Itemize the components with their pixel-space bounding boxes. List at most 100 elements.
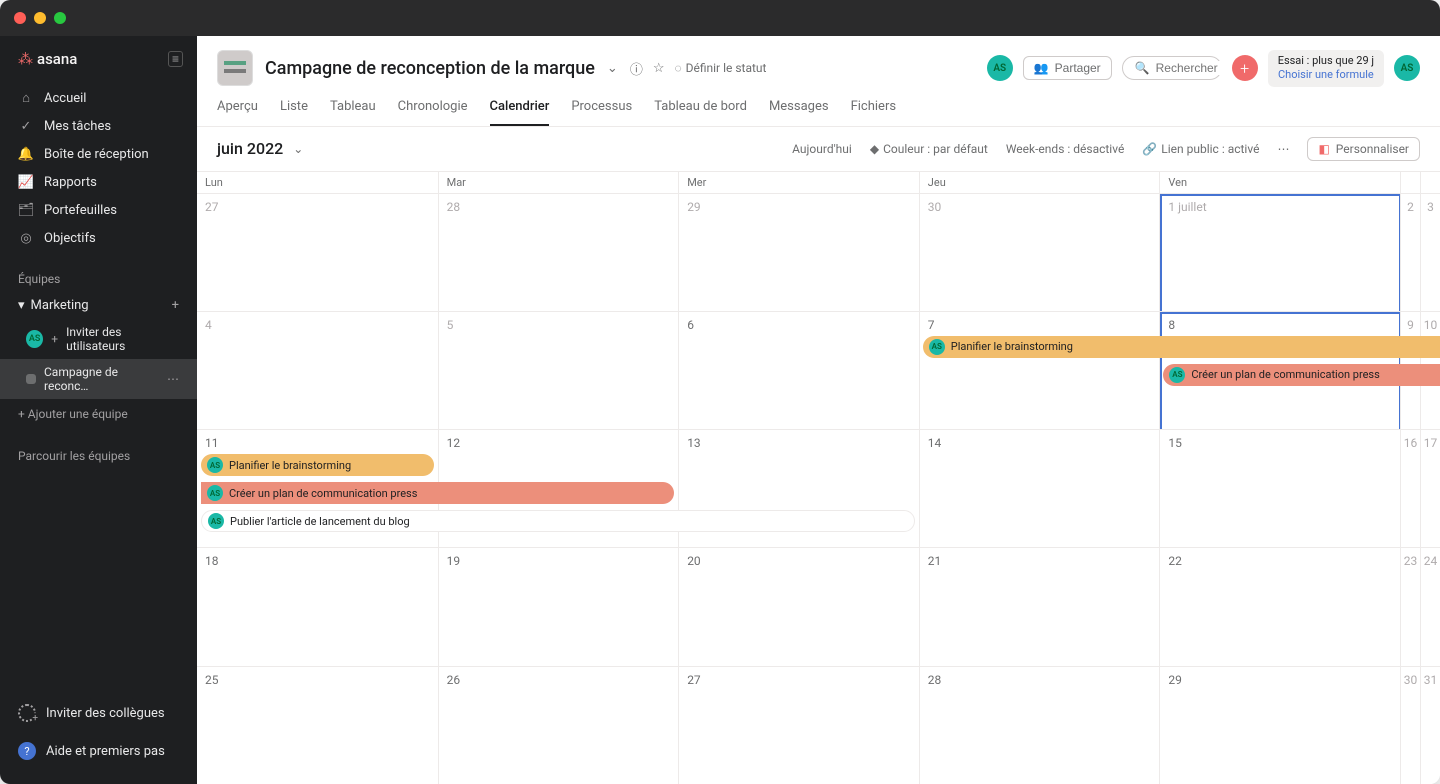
calendar-cell[interactable]: 28 xyxy=(919,667,1160,784)
event-title: Créer un plan de communication press xyxy=(229,487,417,500)
weekends-option[interactable]: Week-ends : désactivé xyxy=(1006,142,1124,156)
day-number: 19 xyxy=(447,554,461,568)
calendar-event[interactable]: ASPlanifier le brainstorming xyxy=(923,336,1440,358)
nav-label: Boîte de réception xyxy=(44,147,149,162)
day-number: 29 xyxy=(687,200,701,214)
calendar-cell[interactable]: 7 xyxy=(919,312,1160,429)
assignee-avatar: AS xyxy=(208,513,224,529)
trial-link[interactable]: Choisir une formule xyxy=(1278,68,1374,81)
tab-chronologie[interactable]: Chronologie xyxy=(398,99,468,126)
calendar-cell[interactable]: 21 xyxy=(919,548,1160,665)
calendar-cell[interactable]: 18 xyxy=(197,548,438,665)
calendar-cell[interactable]: 27 xyxy=(197,194,438,311)
close-window-icon[interactable] xyxy=(14,12,26,24)
calendar-cell[interactable]: 25 xyxy=(197,667,438,784)
team-row[interactable]: ▾Marketing + xyxy=(0,292,197,319)
invite-icon xyxy=(18,704,36,722)
search-box[interactable]: 🔍 xyxy=(1122,56,1222,80)
calendar-cell[interactable]: 30 xyxy=(919,194,1160,311)
more-options-icon[interactable]: ⋯ xyxy=(1277,142,1289,156)
customize-icon: ◧ xyxy=(1318,142,1329,156)
nav-folder[interactable]: 🗂Portefeuilles xyxy=(0,196,197,224)
teams-section-label: Équipes xyxy=(0,258,197,292)
calendar-cell[interactable]: 22 xyxy=(1159,548,1400,665)
day-number: 1 juillet xyxy=(1168,200,1206,214)
day-number: 28 xyxy=(447,200,461,214)
calendar-event[interactable]: ASCréer un plan de communication press xyxy=(1163,364,1440,386)
app-name: asana xyxy=(37,50,77,68)
tabs-bar: Aperçu Liste Tableau Chronologie Calendrier P… xyxy=(217,99,1420,126)
maximize-window-icon[interactable] xyxy=(54,12,66,24)
member-avatar[interactable]: AS xyxy=(987,55,1013,81)
weekend-cell: 31 xyxy=(1420,667,1440,784)
add-team-button[interactable]: + Ajouter une équipe xyxy=(0,399,197,429)
invite-colleagues-button[interactable]: Inviter des collègues xyxy=(0,694,197,732)
trial-banner[interactable]: Essai : plus que 29 j Choisir une formul… xyxy=(1268,50,1384,87)
weekend-cell: 2 xyxy=(1400,194,1420,311)
color-option[interactable]: ◆ Couleur : par défaut xyxy=(870,142,988,156)
nav-check[interactable]: ✓Mes tâches xyxy=(0,112,197,140)
nav-target[interactable]: ◎Objectifs xyxy=(0,224,197,252)
user-avatar[interactable]: AS xyxy=(1394,55,1420,81)
customize-button[interactable]: ◧ Personnaliser xyxy=(1307,137,1420,161)
month-chevron-down-icon[interactable]: ⌄ xyxy=(293,142,303,156)
tab-calendrier[interactable]: Calendrier xyxy=(490,99,550,126)
search-input[interactable] xyxy=(1156,61,1226,75)
calendar-cell[interactable]: 6 xyxy=(678,312,919,429)
sidebar-project-item[interactable]: Campagne de reconc… ⋯ xyxy=(0,359,197,399)
day-number: 20 xyxy=(687,554,701,568)
tab-messages[interactable]: Messages xyxy=(769,99,829,126)
calendar-cell[interactable]: 26 xyxy=(438,667,679,784)
nav-home[interactable]: ⌂Accueil xyxy=(0,84,197,112)
collapse-sidebar-icon[interactable]: ≡ xyxy=(168,51,183,67)
calendar-cell[interactable]: 29 xyxy=(678,194,919,311)
tab-fichiers[interactable]: Fichiers xyxy=(851,99,896,126)
calendar-event[interactable]: ASPublier l'article de lancement du blog xyxy=(201,510,915,532)
tab-aperçu[interactable]: Aperçu xyxy=(217,99,258,126)
calendar-cell[interactable]: 19 xyxy=(438,548,679,665)
team-name: Marketing xyxy=(31,298,89,313)
day-number: 14 xyxy=(928,436,942,450)
chevron-down-icon[interactable]: ⌄ xyxy=(607,61,618,76)
calendar-cell[interactable]: 28 xyxy=(438,194,679,311)
page-title: Campagne de reconception de la marque xyxy=(265,58,595,79)
invite-users-label: Inviter des utilisateurs xyxy=(66,325,179,353)
calendar-cell[interactable]: 27 xyxy=(678,667,919,784)
set-status-button[interactable]: ◌ Définir le statut xyxy=(674,61,766,75)
calendar-cell[interactable]: 5 xyxy=(438,312,679,429)
app-logo[interactable]: ⁂ asana xyxy=(18,50,77,68)
add-to-team-icon[interactable]: + xyxy=(172,298,179,313)
tab-liste[interactable]: Liste xyxy=(280,99,308,126)
nav-chart[interactable]: 📈Rapports xyxy=(0,168,197,196)
help-button[interactable]: ? Aide et premiers pas xyxy=(0,732,197,770)
star-icon[interactable]: ☆ xyxy=(653,61,665,76)
calendar-cell[interactable]: 20 xyxy=(678,548,919,665)
share-button[interactable]: 👥 Partager xyxy=(1023,56,1112,80)
browse-teams-link[interactable]: Parcourir les équipes xyxy=(0,429,197,483)
calendar-event[interactable]: ASCréer un plan de communication press xyxy=(201,482,674,504)
calendar-cell[interactable]: 15 xyxy=(1159,430,1400,547)
assignee-avatar: AS xyxy=(207,457,223,473)
today-button[interactable]: Aujourd'hui xyxy=(792,142,852,156)
minimize-window-icon[interactable] xyxy=(34,12,46,24)
calendar-cell[interactable]: 1 juillet xyxy=(1159,194,1400,311)
calendar-cell[interactable]: 29 xyxy=(1159,667,1400,784)
weekend-cell: 30 xyxy=(1400,667,1420,784)
nav-bell[interactable]: 🔔Boîte de réception xyxy=(0,140,197,168)
assignee-avatar: AS xyxy=(929,339,945,355)
add-button[interactable]: + xyxy=(1232,55,1258,81)
help-icon: ? xyxy=(18,742,36,760)
tab-processus[interactable]: Processus xyxy=(571,99,632,126)
tab-tableau[interactable]: Tableau xyxy=(330,99,376,126)
info-icon[interactable]: ⓘ xyxy=(630,59,643,78)
tab-tableau de bord[interactable]: Tableau de bord xyxy=(654,99,747,126)
day-number: 6 xyxy=(687,318,694,332)
calendar-cell[interactable]: 14 xyxy=(919,430,1160,547)
month-label: juin 2022 xyxy=(217,139,283,158)
invite-users-row[interactable]: AS + Inviter des utilisateurs xyxy=(0,319,197,359)
public-link-option[interactable]: 🔗 Lien public : activé xyxy=(1142,142,1259,156)
day-number: 5 xyxy=(447,318,454,332)
calendar-cell[interactable]: 4 xyxy=(197,312,438,429)
more-icon[interactable]: ⋯ xyxy=(167,372,179,386)
calendar-event[interactable]: ASPlanifier le brainstorming xyxy=(201,454,434,476)
